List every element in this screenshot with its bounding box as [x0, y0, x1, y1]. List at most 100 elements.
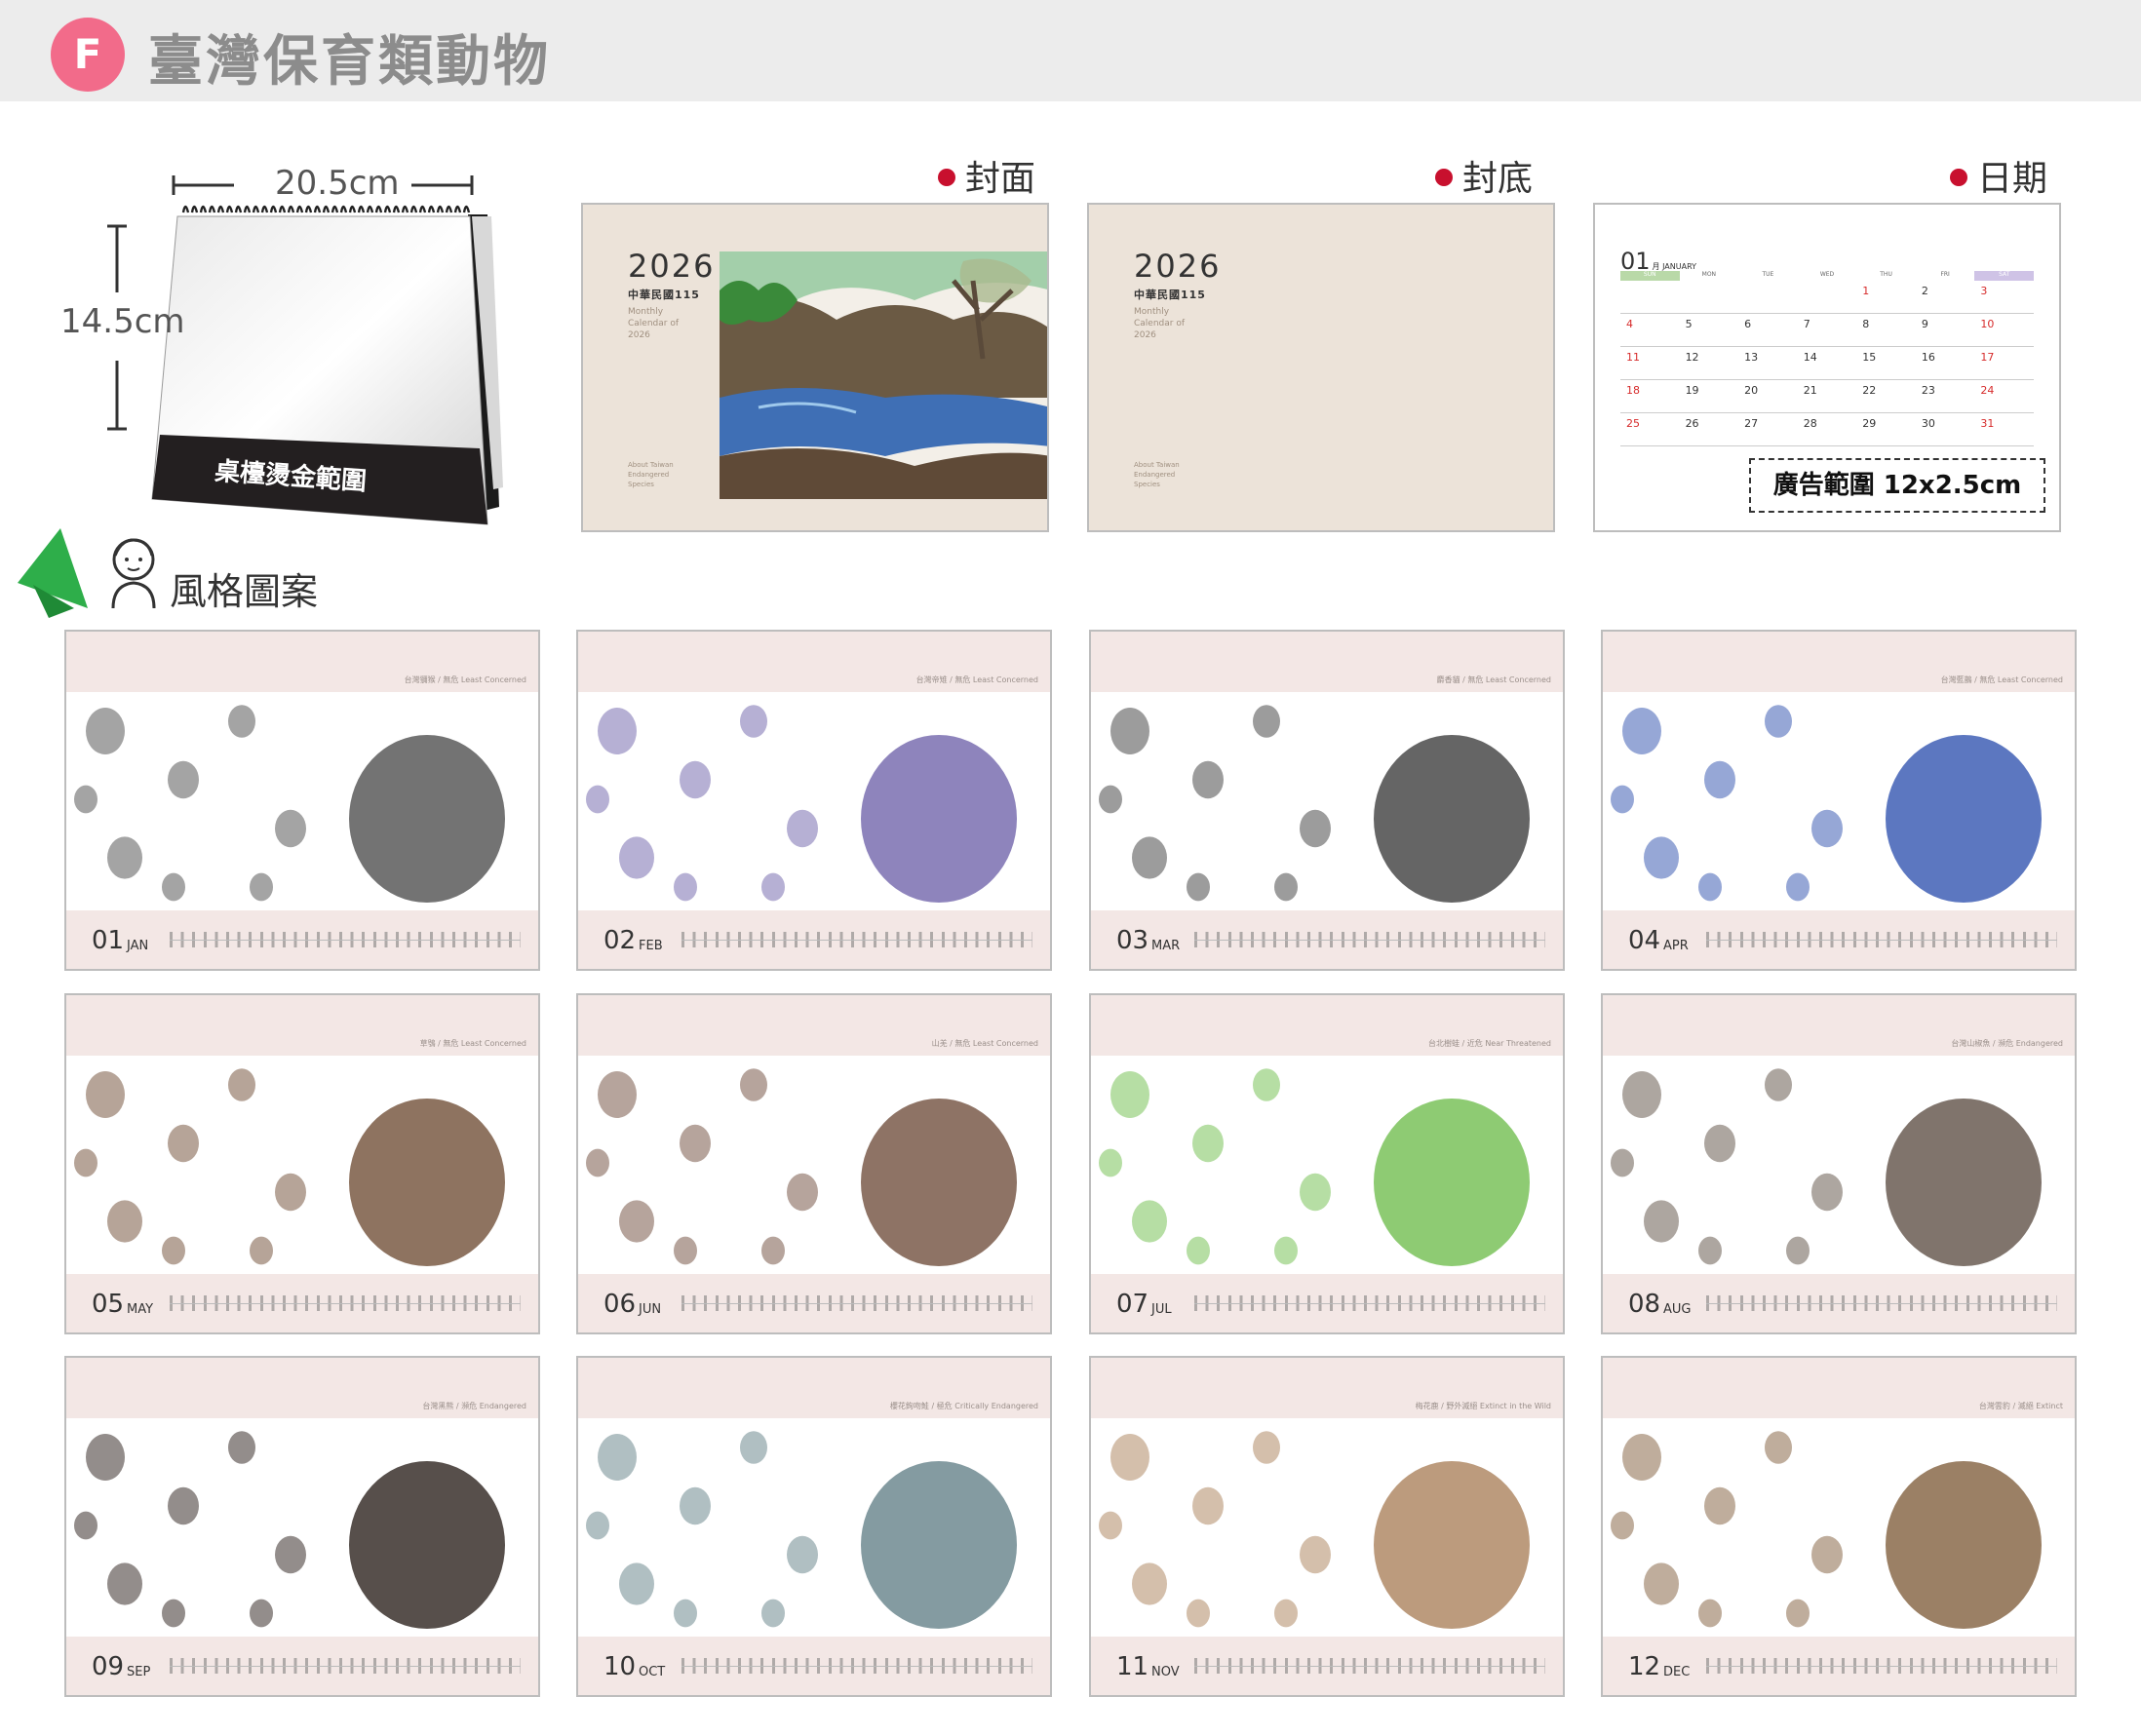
month-illustration [1603, 1056, 2075, 1278]
small-animal-figure [598, 708, 637, 754]
month-number: 01 [92, 926, 125, 955]
small-animal-figure [162, 1599, 185, 1628]
month-card-footer: 11 NOV [1091, 1637, 1563, 1695]
back-preview[interactable]: 2026 中華民國115 Monthly Calendar of 2026 Ab… [1087, 203, 1555, 532]
month-card-apr[interactable]: 台灣藍鵲 / 無危 Least Concerned 04 APR [1601, 630, 2077, 971]
month-card-may[interactable]: 草鴞 / 無危 Least Concerned 05 MAY [64, 993, 540, 1334]
small-animal-figure [761, 872, 785, 902]
species-caption: 台灣獼猴 / 無危 Least Concerned [404, 675, 526, 684]
month-abbrev: JUN [639, 1302, 662, 1317]
page-title: 臺灣保育類動物 [148, 30, 551, 94]
small-animal-figure [1704, 760, 1735, 799]
small-animal-figure [1253, 1431, 1280, 1464]
month-card-oct[interactable]: 櫻花鉤吻鮭 / 極危 Critically Endangered 10 OCT [576, 1356, 1052, 1697]
small-animal-figure [1187, 1236, 1210, 1265]
small-animal-figure [1187, 1599, 1210, 1628]
month-number: 02 [603, 926, 637, 955]
month-card-feb[interactable]: 台灣帝雉 / 無危 Least Concerned 02 FEB [576, 630, 1052, 971]
species-caption: 草鴞 / 無危 Least Concerned [419, 1039, 526, 1048]
species-caption: 台灣藍鵲 / 無危 Least Concerned [1940, 675, 2063, 684]
animal-pattern-art [586, 1068, 1017, 1266]
month-illustration [578, 1418, 1050, 1640]
species-caption: 櫻花鉤吻鮭 / 極危 Critically Endangered [889, 1402, 1038, 1410]
date-page-preview[interactable]: 01 月 JANUARY SUN MON TUE WED THU FRI SAT 123 45… [1593, 203, 2061, 532]
back-label: 封底 [1435, 150, 1533, 201]
red-dot-icon [938, 169, 955, 186]
month-card-footer: 09 SEP [66, 1637, 538, 1695]
month-card-footer: 05 MAY [66, 1274, 538, 1332]
month-card-jun[interactable]: 山羌 / 無危 Least Concerned 06 JUN [576, 993, 1052, 1334]
month-card-jan[interactable]: 台灣獼猴 / 無危 Least Concerned 01 JAN [64, 630, 540, 971]
main-animal-figure [1886, 735, 2042, 903]
week-row: 18 19 20 21 22 23 24 [1620, 380, 2034, 413]
small-animal-figure [586, 1148, 609, 1177]
day-strip [170, 1658, 521, 1674]
cover-caption-2: About Taiwan Endangered Species [628, 461, 674, 488]
back-subtitle: 中華民國115 [1134, 289, 1206, 301]
small-animal-figure [761, 1236, 785, 1265]
small-animal-figure [162, 872, 185, 902]
month-abbrev: APR [1663, 939, 1689, 953]
small-animal-figure [1300, 1173, 1331, 1212]
small-animal-figure [74, 785, 97, 814]
small-animal-figure [1765, 1068, 1792, 1101]
month-abbrev: SEP [127, 1665, 151, 1679]
month-number: 06 [603, 1290, 637, 1319]
small-animal-figure [1611, 785, 1634, 814]
cover-preview[interactable]: 2026 中華民國115 Monthly Calendar of 2026 Ab… [581, 203, 1049, 532]
month-card-jul[interactable]: 台北樹蛙 / 近危 Near Threatened 07 JUL [1089, 993, 1565, 1334]
small-animal-figure [168, 760, 199, 799]
small-animal-figure [1622, 708, 1661, 754]
week-row: 25 26 27 28 29 30 31 [1620, 413, 2034, 446]
month-illustration [66, 1418, 538, 1640]
girl-face-icon [111, 538, 156, 609]
animal-pattern-art [586, 1431, 1017, 1629]
month-abbrev: NOV [1151, 1665, 1180, 1679]
small-animal-figure [1786, 1236, 1810, 1265]
main-animal-figure [861, 1099, 1017, 1266]
small-animal-figure [74, 1511, 97, 1540]
day-strip [1706, 1295, 2057, 1311]
month-card-nov[interactable]: 梅花鹿 / 野外滅絕 Extinct in the Wild 11 NOV [1089, 1356, 1565, 1697]
small-animal-figure [1811, 1173, 1843, 1212]
species-caption: 麝香貓 / 無危 Least Concerned [1436, 675, 1551, 684]
cover-label: 封面 [938, 150, 1035, 201]
small-animal-figure [250, 1599, 273, 1628]
month-illustration [66, 692, 538, 914]
small-animal-figure [228, 1431, 255, 1464]
animal-pattern-art [74, 1068, 505, 1266]
month-card-sep[interactable]: 台灣黑熊 / 瀕危 Endangered 09 SEP [64, 1356, 540, 1697]
day-strip [1194, 1658, 1545, 1674]
week-row: 4 5 6 7 8 9 10 [1620, 314, 2034, 347]
month-number: 09 [92, 1652, 125, 1681]
main-animal-figure [1374, 1461, 1530, 1629]
category-badge: F [51, 18, 125, 92]
small-animal-figure [1300, 1535, 1331, 1574]
month-card-aug[interactable]: 台灣山椒魚 / 瀕危 Endangered 08 AUG [1601, 993, 2077, 1334]
animal-pattern-art [1611, 1431, 2042, 1629]
month-card-footer: 04 APR [1603, 910, 2075, 969]
main-animal-figure [861, 1461, 1017, 1629]
small-animal-figure [1786, 872, 1810, 902]
month-abbrev: MAY [127, 1302, 154, 1317]
style-section-title: 風格圖案 [170, 570, 319, 613]
month-card-mar[interactable]: 麝香貓 / 無危 Least Concerned 03 MAR [1089, 630, 1565, 971]
cover-landscape-art [720, 251, 1047, 499]
month-number: 05 [92, 1290, 125, 1319]
month-illustration [1603, 692, 2075, 914]
month-card-dec[interactable]: 台灣雲豹 / 滅絕 Extinct 12 DEC [1601, 1356, 2077, 1697]
day-strip [681, 1658, 1032, 1674]
small-animal-figure [787, 809, 818, 848]
main-animal-figure [349, 735, 505, 903]
back-caption-2: About Taiwan Endangered Species [1134, 461, 1180, 488]
small-animal-figure [787, 1535, 818, 1574]
small-animal-figure [619, 836, 654, 879]
back-year: 2026 [1134, 248, 1222, 285]
header-bar: F 臺灣保育類動物 [0, 0, 2141, 101]
small-animal-figure [586, 1511, 609, 1540]
green-triangle-icon [18, 528, 88, 618]
small-animal-figure [107, 1200, 142, 1243]
small-animal-figure [86, 1071, 125, 1118]
month-card-footer: 03 MAR [1091, 910, 1563, 969]
small-animal-figure [740, 705, 767, 738]
